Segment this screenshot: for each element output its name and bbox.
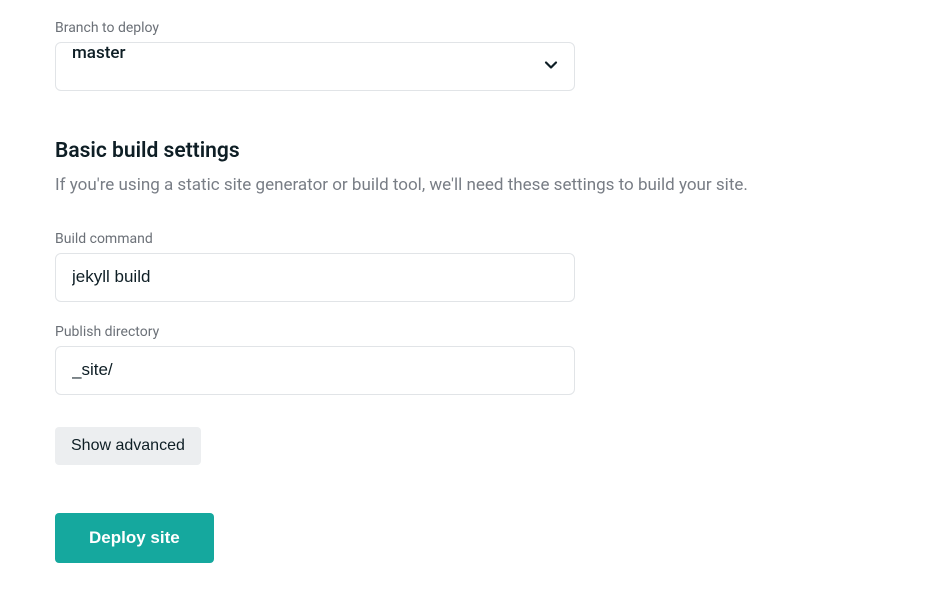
build-command-input[interactable]: [55, 253, 575, 302]
build-command-group: Build command: [55, 231, 876, 302]
publish-directory-group: Publish directory: [55, 324, 876, 395]
branch-to-deploy-group: Branch to deploy master: [55, 20, 876, 91]
basic-build-settings-title: Basic build settings: [55, 139, 876, 163]
branch-select[interactable]: master: [55, 42, 575, 91]
publish-directory-input[interactable]: [55, 346, 575, 395]
branch-select-wrapper: master: [55, 42, 575, 91]
show-advanced-button[interactable]: Show advanced: [55, 427, 201, 465]
deploy-site-button[interactable]: Deploy site: [55, 513, 214, 563]
basic-build-settings-description: If you're using a static site generator …: [55, 173, 876, 199]
build-command-label: Build command: [55, 231, 876, 247]
publish-directory-label: Publish directory: [55, 324, 876, 340]
branch-to-deploy-label: Branch to deploy: [55, 20, 876, 36]
